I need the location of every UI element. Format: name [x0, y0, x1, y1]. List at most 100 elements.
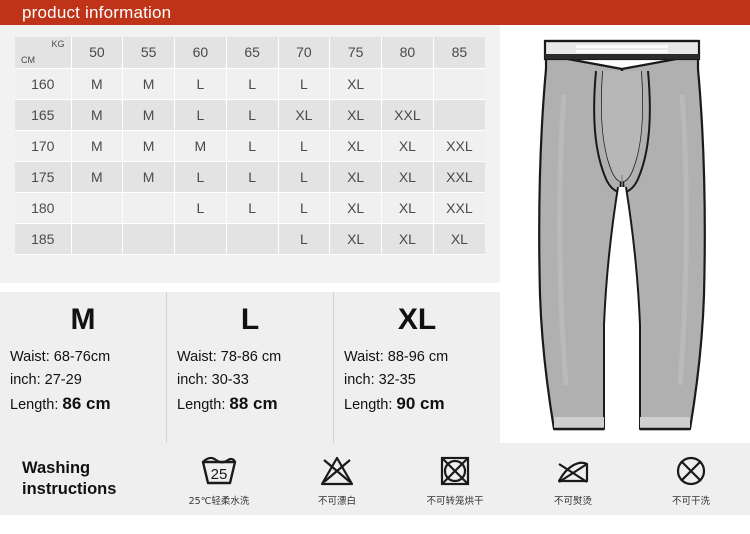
wash-symbol-caption: 25℃轻柔水洗: [188, 495, 250, 507]
size-cell: [71, 223, 124, 255]
size-cell: XXL: [433, 192, 485, 224]
size-cell: [122, 223, 175, 255]
size-cell: M: [122, 99, 175, 131]
waist-label-xl: Waist:: [344, 349, 384, 365]
length-line-l: Length: 88 cm: [177, 392, 333, 417]
size-cell: XL: [329, 223, 382, 255]
inch-value-m: 27-29: [44, 372, 82, 388]
size-cell: XL: [329, 130, 382, 162]
height-label-180: 180: [15, 192, 72, 224]
weight-header-80: 80: [381, 37, 434, 69]
wash-symbol-item: 不可转笼烘干: [396, 452, 514, 507]
inch-label-l: inch:: [177, 372, 208, 388]
table-row: 170 M M M L L XL XL XXL: [15, 130, 485, 162]
table-row: 160 M M L L L XL: [15, 68, 485, 100]
height-label-165: 165: [15, 99, 72, 131]
length-value-l: 88 cm: [229, 394, 278, 413]
corner-kg-label: KG: [51, 39, 65, 49]
size-cell: XL: [433, 223, 485, 255]
size-cell: L: [174, 192, 227, 224]
wash-symbol-item: 不可干洗: [632, 452, 750, 507]
size-chart-panel: KG CM 50 55 60 65 70 75 80 85 160 M M L L L XL 165 M M L L XL X…: [0, 25, 500, 283]
size-letter-xl: XL: [397, 303, 437, 336]
page-title: product information: [22, 3, 172, 22]
size-cell: L: [278, 130, 331, 162]
size-detail-m: M Waist: 68-76cm inch: 27-29 Length: 86 …: [0, 292, 167, 444]
product-information-page: product information KG CM 50 55 60 65 70 75 80 85…: [0, 0, 750, 534]
table-row: 185 L XL XL XL: [15, 223, 485, 255]
waist-label-m: Waist:: [10, 349, 50, 365]
size-detail-m-lines: Waist: 68-76cm inch: 27-29 Length: 86 cm: [0, 346, 166, 417]
size-cell: L: [226, 99, 279, 131]
wash-tub-25-icon: 25: [199, 452, 239, 490]
length-line-m: Length: 86 cm: [10, 392, 166, 417]
size-cell: [71, 192, 124, 224]
size-cell: L: [226, 161, 279, 193]
waist-value-l: 78-86 cm: [220, 349, 282, 365]
do-not-iron-icon: [553, 452, 593, 490]
size-cell: L: [174, 68, 227, 100]
size-detail-xl: XL Waist: 88-96 cm inch: 32-35 Length: 9…: [334, 292, 500, 444]
weight-header-55: 55: [122, 37, 175, 69]
washing-instructions-panel: Washing instructions 25 25℃轻柔水洗 不可漂白 不可转…: [0, 443, 750, 515]
size-cell: M: [71, 99, 124, 131]
waist-line-m: Waist: 68-76cm: [10, 346, 166, 369]
weight-header-60: 60: [174, 37, 227, 69]
size-cell: [226, 223, 279, 255]
inch-line-xl: inch: 32-35: [344, 369, 500, 392]
size-detail-xl-lines: Waist: 88-96 cm inch: 32-35 Length: 90 c…: [334, 346, 500, 417]
inch-label-m: inch:: [10, 372, 41, 388]
wash-symbol-caption: 不可熨烫: [553, 495, 592, 507]
size-cell: XL: [329, 161, 382, 193]
size-letter-m: M: [70, 303, 96, 336]
waist-value-m: 68-76cm: [53, 349, 111, 365]
wash-symbol-item: 25 25℃轻柔水洗: [160, 452, 278, 507]
weight-header-85: 85: [433, 37, 485, 69]
corner-cm-label: CM: [21, 54, 35, 65]
size-cell: XL: [381, 223, 434, 255]
waist-line-l: Waist: 78-86 cm: [177, 346, 333, 369]
height-label-185: 185: [15, 223, 72, 255]
size-cell: XXL: [381, 99, 434, 131]
product-illustration-panel: [500, 25, 750, 443]
size-table-corner-cell: KG CM: [15, 37, 72, 69]
length-value-xl: 90 cm: [396, 394, 445, 413]
table-row: 180 L L L XL XL XXL: [15, 192, 485, 224]
size-cell: M: [122, 68, 175, 100]
size-detail-l-lines: Waist: 78-86 cm inch: 30-33 Length: 88 c…: [167, 346, 333, 417]
wash-symbol-caption: 不可漂白: [317, 495, 356, 507]
size-cell: XL: [329, 68, 382, 100]
inch-label-xl: inch:: [344, 372, 375, 388]
washing-title-line-2: instructions: [22, 480, 117, 498]
size-cell: L: [226, 130, 279, 162]
size-cell: L: [174, 161, 227, 193]
long-johns-leggings-illustration: [538, 39, 706, 431]
do-not-dry-clean-icon: [671, 452, 711, 490]
weight-header-50: 50: [71, 37, 124, 69]
do-not-tumble-dry-icon: [435, 452, 475, 490]
length-line-xl: Length: 90 cm: [344, 392, 500, 417]
size-cell: L: [278, 68, 331, 100]
inch-value-xl: 32-35: [378, 372, 416, 388]
size-cell: XXL: [433, 161, 485, 193]
weight-header-70: 70: [278, 37, 331, 69]
length-value-m: 86 cm: [62, 394, 111, 413]
size-cell: [433, 68, 485, 100]
size-cell: M: [122, 130, 175, 162]
height-label-175: 175: [15, 161, 72, 193]
size-cell: L: [226, 192, 279, 224]
table-row: 165 M M L L XL XL XXL: [15, 99, 485, 131]
waist-label-l: Waist:: [177, 349, 217, 365]
size-detail-panel: M Waist: 68-76cm inch: 27-29 Length: 86 …: [0, 292, 500, 444]
size-cell: M: [71, 161, 124, 193]
length-label-m: Length:: [10, 397, 59, 413]
do-not-bleach-icon: [317, 452, 357, 490]
size-cell: XXL: [433, 130, 485, 162]
size-table-header-row: KG CM 50 55 60 65 70 75 80 85: [15, 37, 485, 69]
size-cell: L: [278, 192, 331, 224]
size-cell: L: [278, 161, 331, 193]
size-cell: L: [226, 68, 279, 100]
inch-value-l: 30-33: [211, 372, 249, 388]
size-cell: M: [174, 130, 227, 162]
wash-symbol-caption: 不可转笼烘干: [426, 495, 484, 507]
